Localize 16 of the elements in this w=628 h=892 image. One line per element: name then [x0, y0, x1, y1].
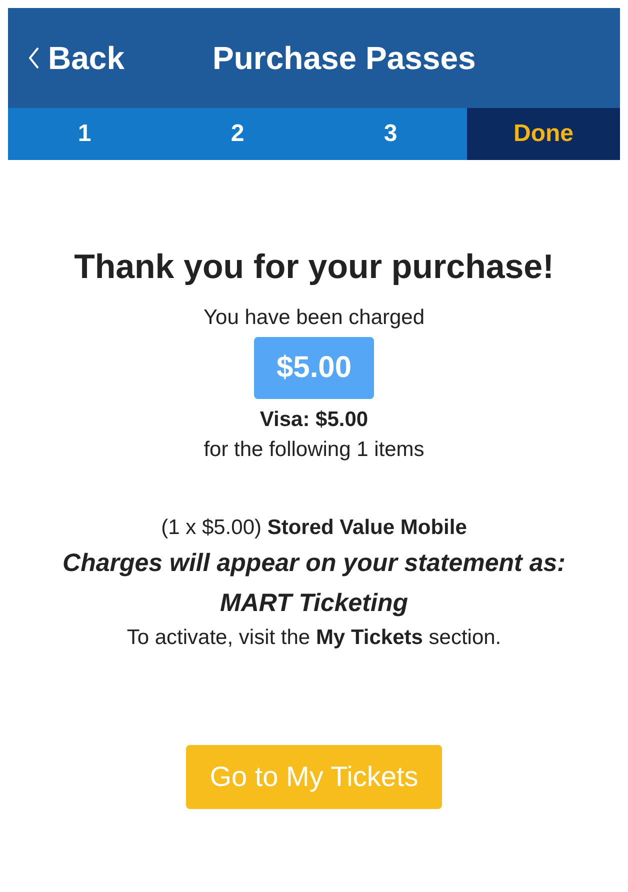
back-chevron-icon: [28, 46, 40, 70]
amount-badge: $5.00: [254, 337, 374, 399]
statement-label: Charges will appear on your statement as:: [62, 548, 566, 579]
step-tab[interactable]: 1: [8, 108, 161, 160]
step-tab[interactable]: Done: [467, 108, 620, 160]
charged-label: You have been charged: [203, 305, 425, 331]
activate-note: To activate, visit the My Tickets section.: [126, 625, 502, 651]
statement-name: MART Ticketing: [220, 588, 408, 619]
thank-you-heading: Thank you for your purchase!: [74, 248, 554, 287]
back-button[interactable]: Back: [28, 40, 124, 76]
step-tab[interactable]: 2: [161, 108, 314, 160]
payment-summary: Visa: $5.00: [260, 407, 368, 433]
purchased-item: (1 x $5.00) Stored Value Mobile: [161, 515, 467, 541]
step-tab[interactable]: 3: [314, 108, 467, 160]
items-label: for the following 1 items: [204, 437, 424, 463]
page-title: Purchase Passes: [212, 40, 476, 76]
